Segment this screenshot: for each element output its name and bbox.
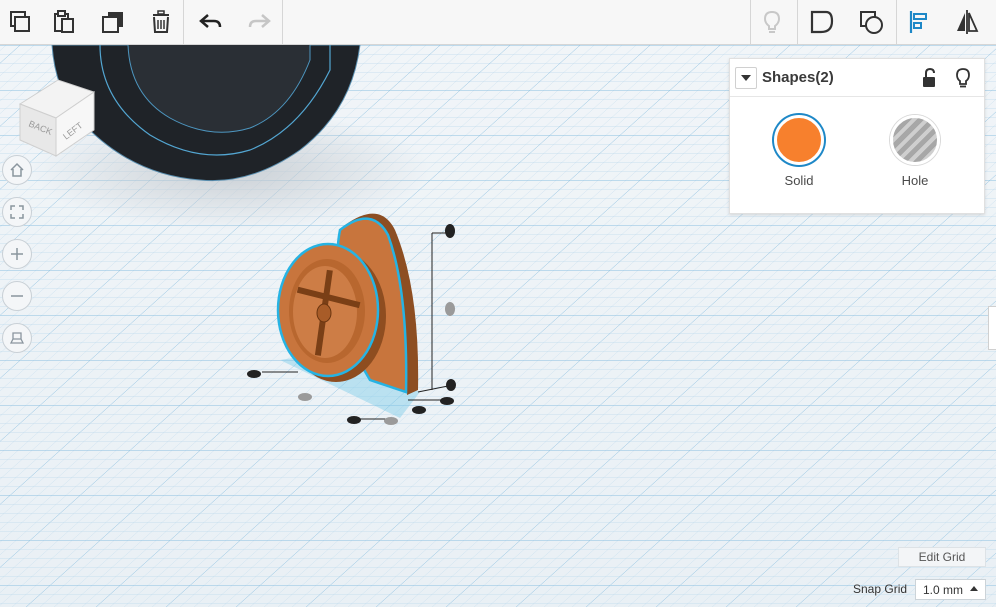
solid-swatch xyxy=(774,115,824,165)
panel-expand-tab[interactable] xyxy=(988,306,996,350)
height-handle[interactable] xyxy=(445,224,455,238)
show-all-button[interactable] xyxy=(753,3,791,41)
minus-icon xyxy=(11,295,23,297)
hide-button[interactable] xyxy=(952,67,974,89)
home-view-button[interactable] xyxy=(2,155,32,185)
snap-grid-select[interactable]: 1.0 mm xyxy=(915,579,986,600)
panel-title: Shapes(2) xyxy=(762,69,834,86)
mirror-button[interactable] xyxy=(948,3,986,41)
lock-button[interactable] xyxy=(919,67,941,89)
chevron-down-icon xyxy=(741,75,751,81)
lock-open-icon xyxy=(923,68,935,87)
lightbulb-icon xyxy=(956,68,970,88)
paste-icon xyxy=(54,10,74,33)
ungroup-button[interactable] xyxy=(852,3,890,41)
corner-handle[interactable] xyxy=(247,370,261,378)
solid-label: Solid xyxy=(784,173,814,188)
fit-view-button[interactable] xyxy=(2,197,32,227)
duplicate-icon xyxy=(102,12,123,33)
snap-grid-value: 1.0 mm xyxy=(923,582,964,597)
view-cube[interactable]: BACK LEFT xyxy=(14,74,100,160)
paste-button[interactable] xyxy=(45,3,83,41)
projection-button[interactable] xyxy=(2,323,32,353)
zoom-out-button[interactable] xyxy=(2,281,32,311)
toolbar-divider xyxy=(797,0,798,45)
home-icon xyxy=(10,162,24,177)
duplicate-button[interactable] xyxy=(94,3,132,41)
align-icon xyxy=(909,11,927,33)
toolbar-divider xyxy=(183,0,184,45)
elevation-handle[interactable] xyxy=(445,302,455,316)
undo-button[interactable] xyxy=(192,3,230,41)
fit-icon xyxy=(10,205,24,219)
copy-button[interactable] xyxy=(0,3,38,41)
snap-grid-label: Snap Grid xyxy=(853,582,908,596)
group-button[interactable] xyxy=(803,3,841,41)
ungroup-icon xyxy=(860,11,883,34)
collapse-panel-button[interactable] xyxy=(735,67,757,89)
shapes-inspector-panel: Shapes(2) Solid Hole xyxy=(729,58,985,214)
trash-icon xyxy=(153,10,169,33)
toolbar-divider xyxy=(750,0,751,45)
side-handle[interactable] xyxy=(384,417,398,425)
mirror-icon xyxy=(957,10,979,34)
hole-swatch xyxy=(890,115,940,165)
plus-icon xyxy=(11,248,23,260)
lightbulb-icon xyxy=(763,10,781,33)
redo-icon xyxy=(248,14,271,28)
undo-icon xyxy=(199,14,222,28)
toolbar xyxy=(0,0,996,45)
redo-button[interactable] xyxy=(240,3,278,41)
toolbar-divider xyxy=(282,0,283,45)
perspective-icon xyxy=(9,332,25,344)
hole-label: Hole xyxy=(901,173,929,188)
corner-handle[interactable] xyxy=(440,397,454,405)
corner-handle[interactable] xyxy=(347,416,361,424)
delete-button[interactable] xyxy=(142,3,180,41)
edit-grid-button[interactable]: Edit Grid xyxy=(898,547,986,567)
zoom-in-button[interactable] xyxy=(2,239,32,269)
side-handle[interactable] xyxy=(298,393,312,401)
align-button[interactable] xyxy=(900,3,938,41)
panel-header: Shapes(2) xyxy=(730,59,984,97)
toolbar-divider xyxy=(896,0,897,45)
copy-icon xyxy=(10,11,30,32)
hole-material-option[interactable]: Hole xyxy=(875,115,955,188)
group-icon xyxy=(810,10,834,34)
caret-up-icon xyxy=(970,586,978,591)
corner-handle[interactable] xyxy=(446,379,456,391)
corner-handle[interactable] xyxy=(412,406,426,414)
solid-material-option[interactable]: Solid xyxy=(759,115,839,188)
